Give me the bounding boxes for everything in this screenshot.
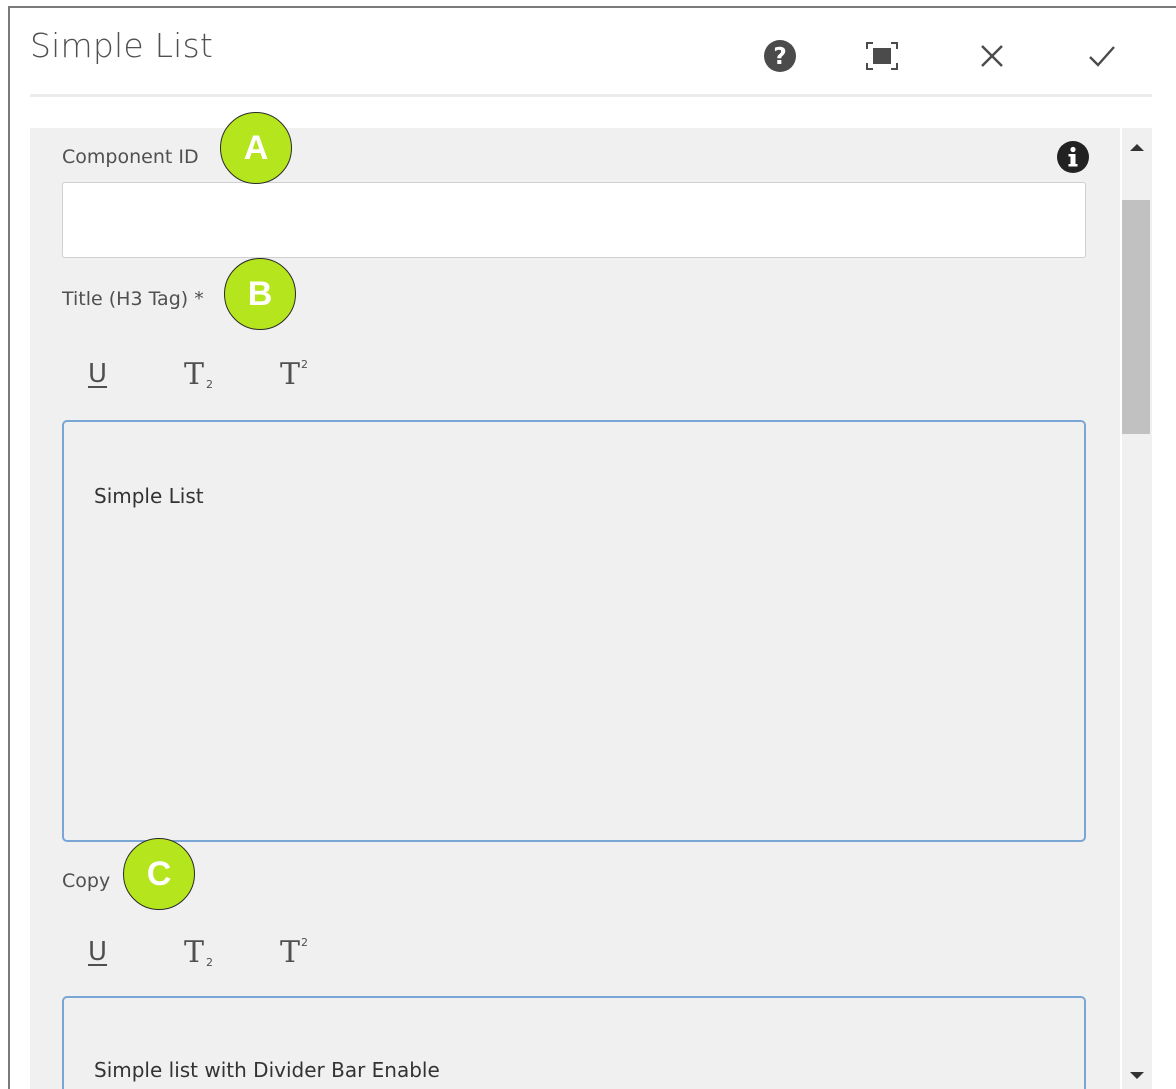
dialog-content: Component ID Title (H3 Tag) * U T2 T2 Si…	[30, 128, 1120, 1089]
help-button[interactable]: ?	[760, 36, 800, 76]
header-divider	[30, 94, 1152, 97]
svg-text:?: ?	[773, 44, 786, 70]
title-superscript-button[interactable]: T2	[280, 352, 376, 396]
superscript-icon: T2	[280, 934, 309, 970]
title-format-toolbar: U T2 T2	[88, 352, 376, 396]
info-icon[interactable]	[1056, 140, 1090, 174]
close-button[interactable]	[972, 36, 1012, 76]
scroll-thumb[interactable]	[1122, 200, 1150, 434]
subscript-icon: T2	[184, 934, 214, 970]
underline-icon: U	[88, 359, 108, 389]
component-id-input[interactable]	[62, 182, 1086, 258]
copy-editor-text: Simple list with Divider Bar Enable	[94, 1058, 440, 1082]
copy-field-label: Copy	[62, 870, 111, 892]
component-id-label: Component ID	[62, 146, 199, 168]
checkmark-icon	[1089, 46, 1115, 67]
scroll-down-arrow-icon[interactable]	[1130, 1072, 1144, 1079]
copy-superscript-button[interactable]: T2	[280, 930, 376, 974]
subscript-icon: T2	[184, 356, 214, 392]
fullscreen-button[interactable]	[862, 36, 902, 76]
title-rich-text-editor[interactable]: Simple List	[62, 420, 1086, 842]
title-field-label: Title (H3 Tag) *	[62, 288, 204, 310]
scroll-up-arrow-icon[interactable]	[1130, 144, 1144, 151]
dialog: Simple List ? Component ID Title (H3 Tag…	[8, 6, 1176, 1089]
close-icon	[981, 45, 1003, 67]
annotation-marker-c: C	[123, 838, 195, 910]
copy-underline-button[interactable]: U	[88, 930, 184, 974]
dialog-header: Simple List ?	[10, 8, 1176, 94]
annotation-marker-b: B	[224, 258, 296, 330]
confirm-button[interactable]	[1082, 36, 1122, 76]
copy-rich-text-editor[interactable]: Simple list with Divider Bar Enable	[62, 996, 1086, 1089]
copy-subscript-button[interactable]: T2	[184, 930, 280, 974]
title-subscript-button[interactable]: T2	[184, 352, 280, 396]
underline-icon: U	[88, 937, 108, 967]
title-underline-button[interactable]: U	[88, 352, 184, 396]
title-editor-text: Simple List	[94, 484, 204, 508]
content-scrollbar[interactable]	[1122, 128, 1152, 1089]
copy-format-toolbar: U T2 T2	[88, 930, 376, 974]
dialog-title: Simple List	[30, 26, 214, 65]
fullscreen-icon	[866, 42, 898, 70]
superscript-icon: T2	[280, 356, 309, 392]
question-circle-icon: ?	[764, 40, 796, 72]
annotation-marker-a: A	[220, 112, 292, 184]
